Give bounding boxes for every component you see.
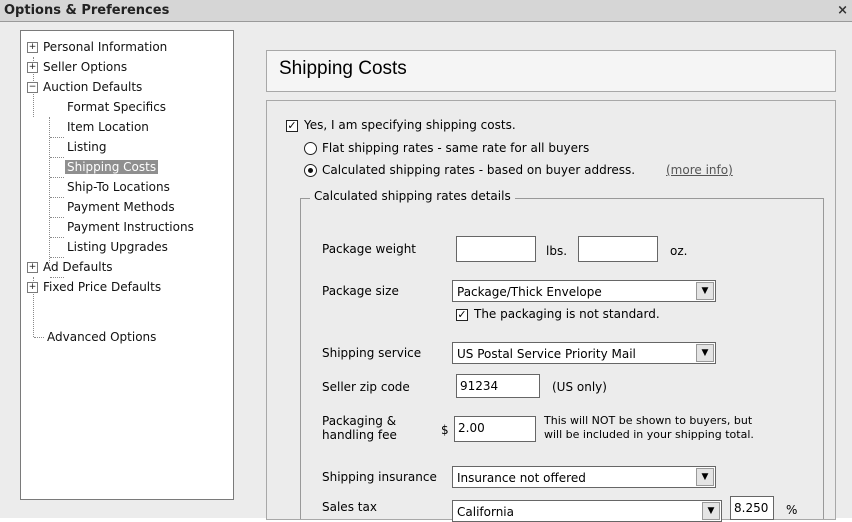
package-size-label: Package size (322, 284, 399, 298)
tree-connector (50, 217, 64, 218)
specifying-checkbox[interactable]: ✓ (286, 120, 298, 132)
tree-connector (50, 237, 64, 238)
expand-icon[interactable]: + (27, 262, 38, 273)
page-title: Shipping Costs (279, 58, 407, 79)
tree-item-fixed-price-defaults[interactable]: + Fixed Price Defaults (27, 277, 163, 297)
insurance-select[interactable]: Insurance not offered ▼ (452, 466, 716, 488)
tree-item-shipping-costs[interactable]: Shipping Costs (65, 157, 159, 177)
dropdown-arrow-icon[interactable]: ▼ (696, 468, 714, 486)
options-tree[interactable]: + Personal Information + Seller Options − A… (20, 30, 234, 500)
weight-lbs-input[interactable] (456, 236, 536, 262)
tree-item-listing[interactable]: Listing (65, 137, 109, 157)
handling-label-line1: Packaging & (322, 414, 397, 428)
dropdown-arrow-icon[interactable]: ▼ (696, 344, 714, 362)
tree-item-label: Seller Options (43, 60, 128, 74)
calculated-rates-radio[interactable] (304, 164, 317, 177)
tree-item-label: Listing (67, 140, 107, 154)
expand-icon[interactable]: + (27, 42, 38, 53)
shipping-service-label: Shipping service (322, 346, 422, 360)
insurance-label: Shipping insurance (322, 470, 437, 484)
tree-item-advanced-options[interactable]: Advanced Options (45, 327, 158, 347)
tree-item-label: Payment Methods (67, 200, 175, 214)
title-bar: Options & Preferences × (0, 0, 852, 22)
expand-icon[interactable]: + (27, 62, 38, 73)
shipping-service-value: US Postal Service Priority Mail (457, 347, 636, 361)
dropdown-arrow-icon[interactable]: ▼ (702, 502, 720, 520)
tree-item-auction-defaults[interactable]: − Auction Defaults (27, 77, 144, 97)
tree-item-payment-methods[interactable]: Payment Methods (65, 197, 177, 217)
oz-unit: oz. (670, 244, 688, 258)
handling-fee-input[interactable]: 2.00 (454, 416, 536, 442)
window-title: Options & Preferences (4, 3, 170, 18)
seller-zip-label: Seller zip code (322, 380, 410, 394)
more-info-link[interactable]: (more info) (666, 163, 733, 177)
dropdown-arrow-icon[interactable]: ▼ (696, 282, 714, 300)
handling-label-line2: handling fee (322, 428, 397, 442)
specifying-label: Yes, I am specifying shipping costs. (304, 118, 516, 132)
sales-tax-state-select[interactable]: California ▼ (452, 500, 722, 522)
tree-item-label: Listing Upgrades (67, 240, 168, 254)
tree-connector (49, 117, 50, 263)
package-weight-label: Package weight (322, 242, 417, 256)
tree-item-label: Ad Defaults (43, 260, 113, 274)
tree-item-label: Personal Information (43, 40, 168, 54)
tree-item-format-specifics[interactable]: Format Specifics (65, 97, 168, 117)
tree-item-label: Ship-To Locations (67, 180, 170, 194)
tree-item-label: Fixed Price Defaults (43, 280, 162, 294)
tree-item-ship-to-locations[interactable]: Ship-To Locations (65, 177, 172, 197)
package-size-value: Package/Thick Envelope (457, 285, 602, 299)
not-standard-checkbox[interactable]: ✓ (456, 309, 468, 321)
calculated-rates-label: Calculated shipping rates - based on buy… (322, 163, 636, 177)
tree-item-label: Shipping Costs (65, 160, 159, 174)
flat-rates-radio[interactable] (304, 142, 317, 155)
tree-connector (50, 177, 64, 178)
group-label: Calculated shipping rates details (310, 189, 515, 203)
insurance-value: Insurance not offered (457, 471, 586, 485)
tree-item-label: Format Specifics (67, 100, 167, 114)
package-size-select[interactable]: Package/Thick Envelope ▼ (452, 280, 716, 302)
collapse-icon[interactable]: − (27, 82, 38, 93)
tree-connector (50, 157, 64, 158)
tree-item-personal-information[interactable]: + Personal Information (27, 37, 169, 57)
tree-item-seller-options[interactable]: + Seller Options (27, 57, 129, 77)
weight-oz-input[interactable] (578, 236, 658, 262)
tree-item-payment-instructions[interactable]: Payment Instructions (65, 217, 196, 237)
currency-symbol: $ (441, 423, 449, 437)
tree-connector (50, 137, 64, 138)
flat-rates-label: Flat shipping rates - same rate for all … (322, 141, 590, 155)
zip-note: (US only) (552, 380, 607, 394)
tree-item-label: Advanced Options (47, 330, 157, 344)
percent-unit: % (786, 503, 798, 517)
handling-note-line1: This will NOT be shown to buyers, but (544, 414, 753, 427)
handling-note-line2: will be included in your shipping total. (544, 428, 754, 441)
tree-item-label: Auction Defaults (43, 80, 143, 94)
tree-item-label: Payment Instructions (67, 220, 194, 234)
tree-item-ad-defaults[interactable]: + Ad Defaults (27, 257, 115, 277)
lbs-unit: lbs. (546, 244, 568, 258)
page-header: Shipping Costs (266, 50, 836, 92)
tree-connector (34, 337, 44, 338)
not-standard-label: The packaging is not standard. (474, 307, 660, 321)
seller-zip-input[interactable]: 91234 (456, 374, 540, 398)
tree-item-label: Item Location (67, 120, 149, 134)
sales-tax-state-value: California (457, 505, 514, 519)
expand-icon[interactable]: + (27, 282, 38, 293)
tree-connector (50, 197, 64, 198)
tree-item-listing-upgrades[interactable]: Listing Upgrades (65, 237, 170, 257)
shipping-service-select[interactable]: US Postal Service Priority Mail ▼ (452, 342, 716, 364)
close-icon[interactable]: × (837, 3, 848, 18)
sales-tax-label: Sales tax (322, 500, 377, 514)
sales-tax-rate-input[interactable]: 8.250 (730, 496, 774, 520)
tree-item-item-location[interactable]: Item Location (65, 117, 151, 137)
